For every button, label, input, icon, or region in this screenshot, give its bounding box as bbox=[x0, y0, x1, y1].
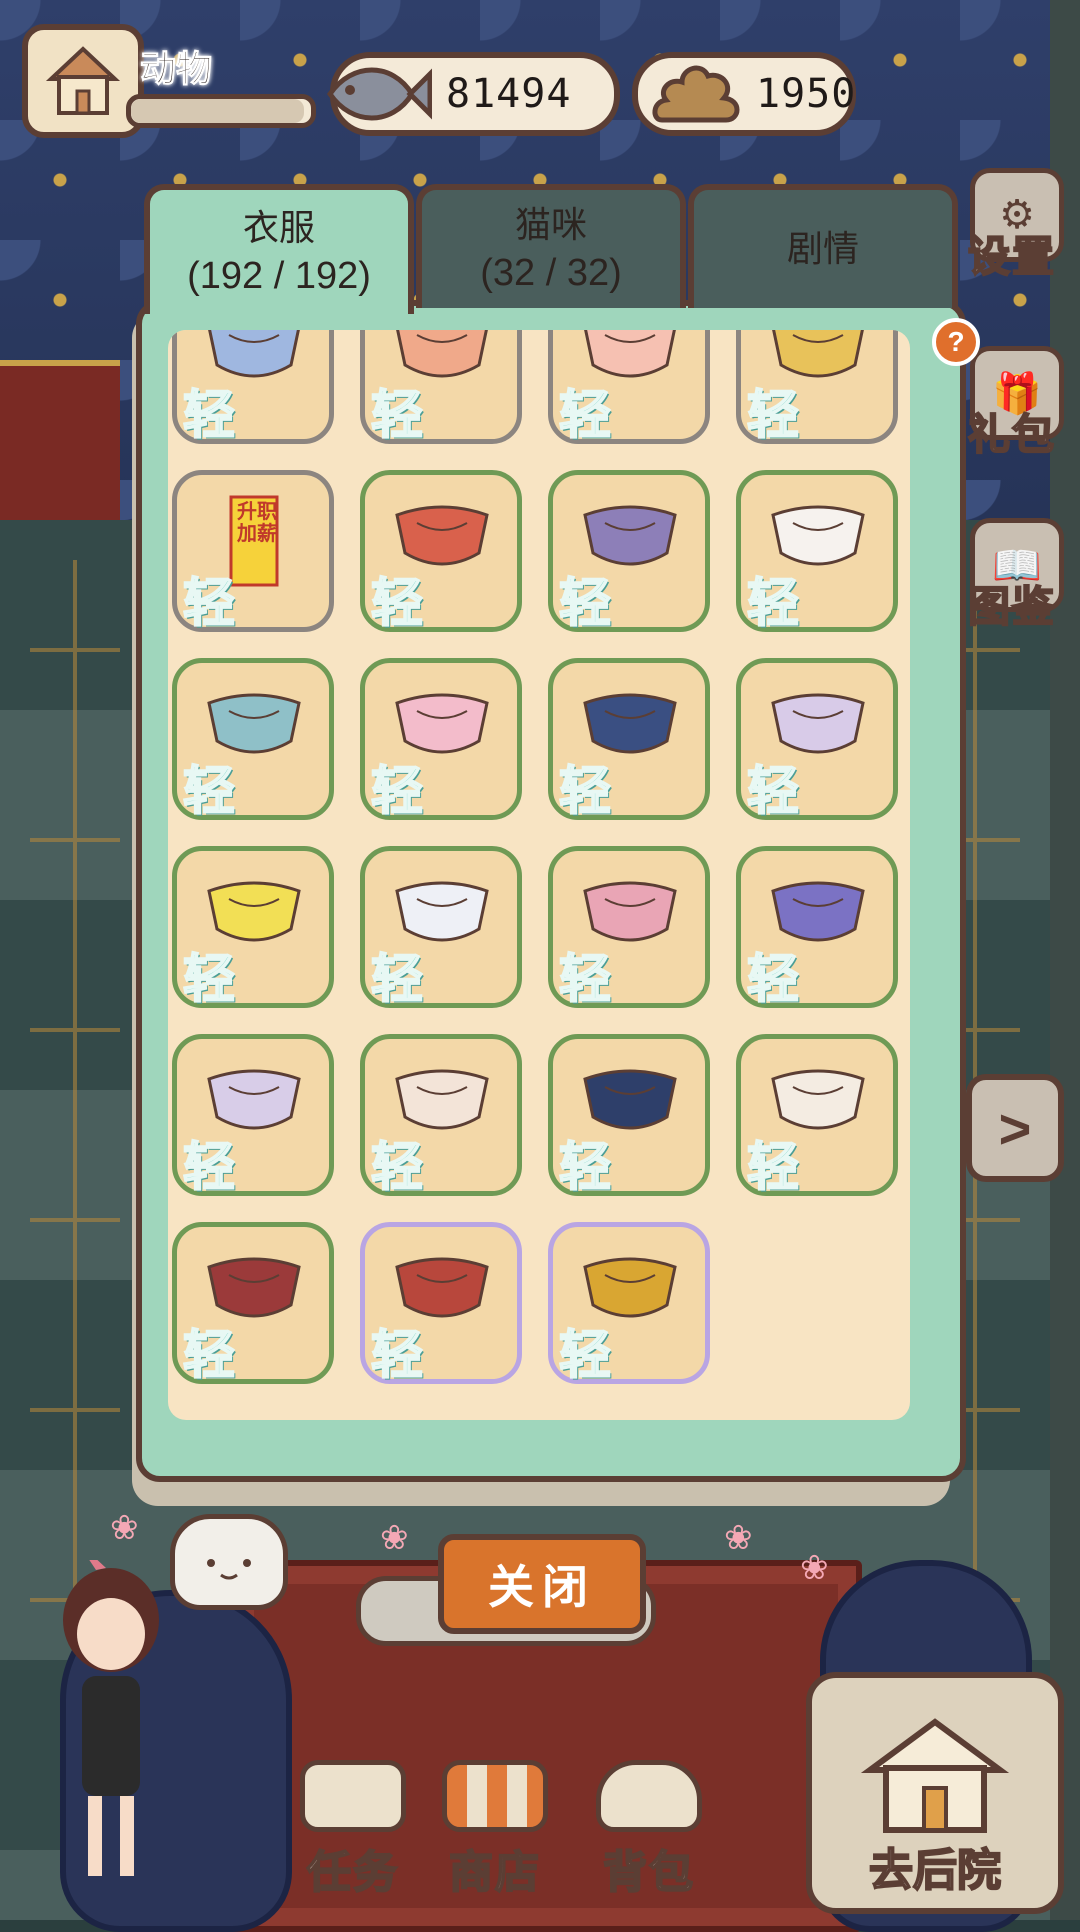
tab-story-label: 剧情 bbox=[786, 228, 859, 269]
light-badge: 轻 bbox=[370, 386, 424, 446]
light-badge: 轻 bbox=[370, 1326, 424, 1386]
nav-shop-button[interactable]: 商店 bbox=[430, 1760, 560, 1900]
light-badge: 轻 bbox=[558, 950, 612, 1010]
tab-story[interactable]: 剧情 bbox=[688, 184, 958, 308]
cat-mascot bbox=[170, 1514, 288, 1610]
gift-button[interactable]: 🎁 礼包 bbox=[958, 344, 1066, 462]
poop-icon bbox=[652, 65, 740, 123]
talisman-text: 升职加薪 bbox=[237, 501, 277, 545]
help-icon[interactable]: ? bbox=[932, 318, 980, 366]
tab-clothes-label: 衣服 bbox=[242, 207, 315, 248]
light-badge: 轻 bbox=[370, 574, 424, 634]
light-badge: 轻 bbox=[746, 762, 800, 822]
clothing-item-golden-chain-collar[interactable]: 轻 bbox=[548, 1222, 710, 1386]
backyard-house-icon bbox=[860, 1718, 1010, 1833]
clothing-item-maroon-ruffle-dress[interactable]: 轻 bbox=[172, 1222, 334, 1386]
clothing-item-lilac-fur-coat[interactable]: 轻 bbox=[172, 1034, 334, 1198]
catalog-button[interactable]: 📖 图鉴 bbox=[958, 516, 1066, 634]
clothing-item-pig-nose-mask[interactable]: 轻 bbox=[360, 330, 522, 446]
clothing-item-purple-knit-sweater[interactable]: 轻 bbox=[736, 846, 898, 1010]
light-badge: 轻 bbox=[746, 574, 800, 634]
light-badge: 轻 bbox=[370, 950, 424, 1010]
clothing-item-white-lace-top[interactable]: 轻 bbox=[736, 470, 898, 634]
light-badge: 轻 bbox=[558, 1326, 612, 1386]
poop-count: 1950 bbox=[756, 71, 857, 117]
light-badge: 轻 bbox=[182, 1138, 236, 1198]
settings-label: 设置 bbox=[967, 232, 1056, 281]
light-badge: 轻 bbox=[558, 386, 612, 446]
clothing-item-red-knit-set[interactable]: 轻 bbox=[360, 1222, 522, 1386]
fish-icon bbox=[326, 67, 432, 121]
nav-shop-label: 商店 bbox=[448, 1847, 541, 1898]
nav-tasks-button[interactable]: 任务 bbox=[288, 1760, 418, 1900]
clothing-item-lavender-paw-outfit[interactable]: 轻 bbox=[736, 658, 898, 822]
clothing-item-pink-hoodie[interactable]: 轻 bbox=[360, 658, 522, 822]
clothing-item-blue-sailor-outfit[interactable]: 轻 bbox=[172, 658, 334, 822]
light-badge: 轻 bbox=[182, 1326, 236, 1386]
clothing-item-pacifier[interactable]: 轻 bbox=[548, 330, 710, 446]
light-badge: 轻 bbox=[370, 762, 424, 822]
light-badge: 轻 bbox=[370, 1138, 424, 1198]
task-list-icon bbox=[300, 1760, 406, 1832]
area-title: 动物 bbox=[139, 48, 213, 90]
paw-print-icon: ❀ bbox=[724, 1519, 753, 1557]
light-badge: 轻 bbox=[182, 950, 236, 1010]
nav-tasks-label: 任务 bbox=[306, 1847, 399, 1898]
clothing-item-striped-denim-overalls[interactable]: 轻 bbox=[548, 658, 710, 822]
background-shelf bbox=[0, 360, 120, 546]
area-progress-bar bbox=[126, 94, 316, 128]
light-badge: 轻 bbox=[746, 1138, 800, 1198]
clothing-item-cream-sheep-cape[interactable]: 轻 bbox=[360, 1034, 522, 1198]
tab-cats-count: (32 / 32) bbox=[480, 252, 622, 294]
light-badge: 轻 bbox=[558, 762, 612, 822]
tab-clothes-count: (192 / 192) bbox=[187, 255, 371, 297]
chevron-right-icon: > bbox=[998, 1096, 1032, 1160]
settings-button[interactable]: ⚙ 设置 bbox=[958, 166, 1066, 284]
tab-cats[interactable]: 猫咪 (32 / 32) bbox=[416, 184, 686, 308]
poop-currency[interactable]: 1950 bbox=[632, 52, 856, 136]
background-edge bbox=[1050, 0, 1080, 1920]
nav-bag-button[interactable]: 背包 bbox=[584, 1760, 714, 1900]
light-badge: 轻 bbox=[746, 950, 800, 1010]
clothing-item-cream-sweater[interactable]: 轻 bbox=[736, 1034, 898, 1198]
clothing-item-yellow-frill-dress[interactable]: 轻 bbox=[172, 846, 334, 1010]
light-badge: 轻 bbox=[558, 1138, 612, 1198]
clothing-item-helmet-goggles[interactable]: 轻 bbox=[736, 330, 898, 446]
close-button[interactable]: 关闭 bbox=[438, 1534, 646, 1634]
house-icon bbox=[45, 46, 121, 115]
tab-cats-label: 猫咪 bbox=[514, 204, 587, 245]
clothes-grid-scroll[interactable]: 轻轻轻轻升职加薪轻轻轻轻轻轻轻轻轻轻轻轻轻轻轻轻轻轻轻 bbox=[168, 330, 910, 1420]
clothing-item-white-blue-skirt[interactable]: 轻 bbox=[360, 846, 522, 1010]
next-page-button[interactable]: > bbox=[966, 1074, 1064, 1182]
catalog-label: 图鉴 bbox=[967, 582, 1056, 631]
light-badge: 轻 bbox=[182, 762, 236, 822]
paw-print-icon: ❀ bbox=[110, 1509, 139, 1547]
tab-clothes[interactable]: 衣服 (192 / 192) bbox=[144, 184, 414, 314]
cat-face-icon bbox=[207, 1559, 251, 1580]
fish-currency[interactable]: 81494 bbox=[326, 52, 620, 136]
nav-backyard-label: 去后院 bbox=[868, 1845, 1002, 1896]
fish-count: 81494 bbox=[446, 71, 572, 117]
area-progress-fill bbox=[131, 99, 304, 123]
gift-label: 礼包 bbox=[967, 410, 1056, 459]
clothing-item-navy-ruffle-dress[interactable]: 轻 bbox=[548, 1034, 710, 1198]
paw-print-icon: ❀ bbox=[380, 1519, 409, 1557]
light-badge: 轻 bbox=[182, 574, 236, 634]
clothing-item-red-cape-collar[interactable]: 轻 bbox=[360, 470, 522, 634]
nav-backyard-button[interactable]: 去后院 bbox=[806, 1672, 1064, 1914]
light-badge: 轻 bbox=[558, 574, 612, 634]
clothing-item-pink-cream-outfit[interactable]: 轻 bbox=[548, 846, 710, 1010]
home-house-icon[interactable] bbox=[22, 24, 144, 138]
girl-character bbox=[63, 1560, 159, 1876]
light-badge: 轻 bbox=[182, 386, 236, 446]
backpack-icon bbox=[596, 1760, 702, 1832]
light-badge: 轻 bbox=[746, 386, 800, 446]
shop-awning-icon bbox=[442, 1760, 548, 1832]
clothing-item-promotion-talisman[interactable]: 升职加薪轻 bbox=[172, 470, 334, 634]
paw-print-icon: ❀ bbox=[800, 1549, 829, 1587]
clothing-item-blue-bow-collar[interactable]: 轻 bbox=[172, 330, 334, 446]
clothing-item-purple-shorts[interactable]: 轻 bbox=[548, 470, 710, 634]
nav-bag-label: 背包 bbox=[602, 1847, 695, 1898]
